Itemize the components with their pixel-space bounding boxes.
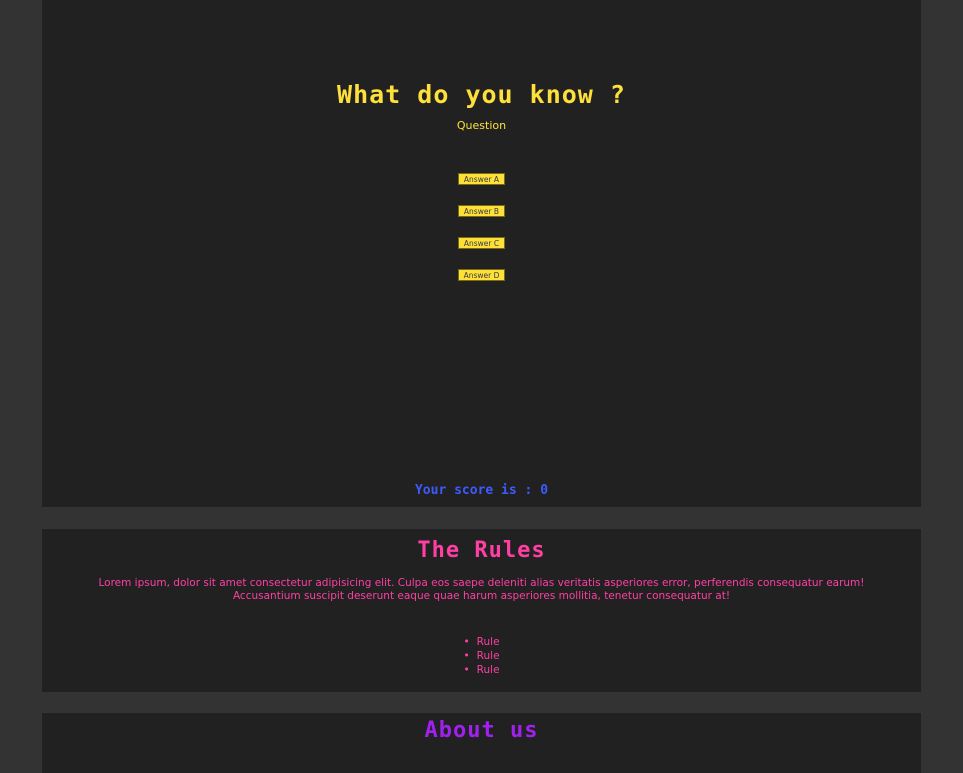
rule-item: Rule xyxy=(0,635,963,649)
question-text: Question xyxy=(456,119,507,132)
rules-description: Lorem ipsum, dolor sit amet consectetur … xyxy=(98,577,865,602)
rule-item: Rule xyxy=(0,663,963,677)
answer-list: Answer A Answer B Answer C Answer D xyxy=(0,173,963,301)
rules-list: Rule Rule Rule xyxy=(0,635,963,677)
answer-c-button[interactable]: Answer C xyxy=(458,237,505,249)
score-display: Your score is : 0 xyxy=(414,483,549,498)
answer-a-button[interactable]: Answer A xyxy=(458,173,505,185)
quiz-title: What do you know ? xyxy=(337,80,626,109)
about-title: About us xyxy=(424,718,539,743)
answer-d-button[interactable]: Answer D xyxy=(458,269,505,281)
rules-title: The Rules xyxy=(417,538,546,563)
rule-item: Rule xyxy=(0,649,963,663)
answer-b-button[interactable]: Answer B xyxy=(458,205,505,217)
